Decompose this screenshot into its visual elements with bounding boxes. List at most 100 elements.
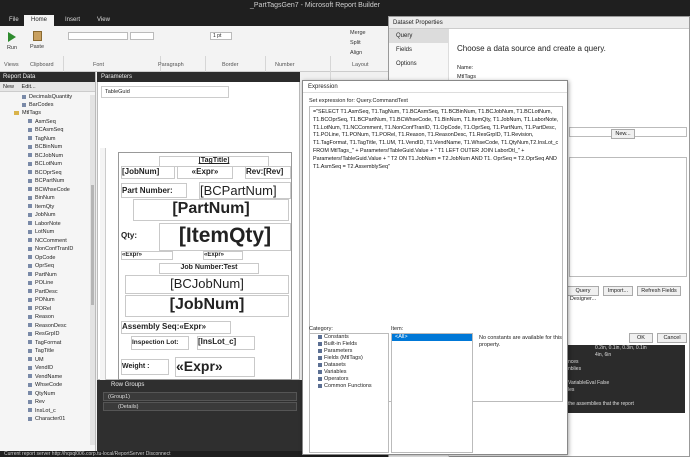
category-item[interactable]: Datasets	[310, 362, 388, 369]
report-data-item[interactable]: DecimalsQuantity	[22, 94, 72, 100]
dataset-node[interactable]: MtlTags	[14, 110, 41, 116]
field-item[interactable]: VendName	[28, 374, 62, 380]
field-item[interactable]: JobNum	[28, 212, 55, 218]
expr-cell[interactable]: «Expr»	[177, 166, 233, 179]
nav-query[interactable]: Query	[389, 29, 448, 43]
merge-button[interactable]: Merge	[350, 30, 366, 36]
paste-button[interactable]: Paste	[28, 30, 46, 50]
item-all[interactable]: <All>	[392, 334, 472, 341]
field-item[interactable]: QtyNum	[28, 391, 55, 397]
category-item[interactable]: Common Functions	[310, 383, 388, 390]
field-item[interactable]: AsmSeq	[28, 119, 56, 125]
field-item[interactable]: BCBinNum	[28, 144, 62, 150]
job-num-cell[interactable]: [JobNum]	[125, 295, 289, 317]
field-item[interactable]: BinNum	[28, 195, 55, 201]
query-designer-button[interactable]: Query Designer...	[567, 286, 599, 302]
category-item[interactable]: Constants	[310, 334, 388, 341]
job-number-test-cell[interactable]: Job Number:Test	[159, 263, 259, 274]
qty-label[interactable]: Qty:	[121, 231, 157, 245]
tab-home[interactable]: Home	[24, 15, 55, 26]
field-item[interactable]: PORel	[28, 306, 51, 312]
details-row[interactable]: (Details)	[103, 402, 297, 411]
field-item[interactable]: TagNum	[28, 136, 55, 142]
expr-right-cell[interactable]: «Expr»	[203, 251, 243, 260]
field-icon	[28, 408, 32, 413]
field-item[interactable]: BCLotNum	[28, 161, 62, 167]
align-button[interactable]: Align	[350, 50, 362, 56]
field-item[interactable]: ItemQty	[28, 204, 54, 210]
bc-job-num-cell[interactable]: [BCJobNum]	[125, 275, 289, 294]
field-item[interactable]: OpCode	[28, 255, 56, 261]
tab-file[interactable]: File	[2, 15, 26, 26]
field-item[interactable]: UM	[28, 357, 44, 363]
new-datasource-button[interactable]: New...	[611, 129, 635, 139]
field-item[interactable]: BCAsmSeq	[28, 127, 63, 133]
tab-view[interactable]: View	[90, 15, 117, 26]
field-item[interactable]: PartDesc	[28, 289, 58, 295]
field-item[interactable]: BCPartNum	[28, 178, 64, 184]
category-list[interactable]: Constants Built-in Fields Parameters Fields…	[309, 333, 389, 453]
weight-label[interactable]: Weight :	[121, 359, 169, 375]
item-qty-cell[interactable]: [ItemQty]	[159, 223, 291, 251]
field-item[interactable]: PONum	[28, 297, 55, 303]
inspection-lot-label[interactable]: Inspection Lot:	[131, 336, 189, 350]
category-item[interactable]: Fields (MtlTags)	[310, 355, 388, 362]
field-item[interactable]: LaborNote	[28, 221, 61, 227]
field-item[interactable]: Character01	[28, 416, 65, 422]
import-button[interactable]: Import...	[603, 286, 633, 296]
border-width-combo[interactable]: 1 pt	[210, 32, 232, 40]
refresh-fields-button[interactable]: Refresh Fields	[637, 286, 681, 296]
part-num-cell[interactable]: [PartNum]	[133, 199, 289, 221]
category-item[interactable]: Built-in Fields	[310, 341, 388, 348]
category-item[interactable]: Operators	[310, 376, 388, 383]
job-num-small-cell[interactable]: [JobNum]	[121, 166, 175, 179]
field-item[interactable]: InsLot_c	[28, 408, 56, 414]
field-item[interactable]: VendID	[28, 365, 53, 371]
category-item[interactable]: Parameters	[310, 348, 388, 355]
field-item[interactable]: ReasonDesc	[28, 323, 67, 329]
field-item[interactable]: LotNum	[28, 229, 54, 235]
part-number-label[interactable]: Part Number:	[121, 183, 187, 198]
field-item[interactable]: BCJobNum	[28, 153, 63, 159]
ok-button[interactable]: OK	[629, 333, 653, 343]
nav-options[interactable]: Options	[389, 57, 448, 71]
field-item[interactable]: BCOprSeq	[28, 170, 62, 176]
run-button[interactable]: Run	[3, 30, 21, 51]
field-item-label: NCComment	[35, 237, 67, 244]
bc-part-num-cell[interactable]: [BCPartNum]	[199, 182, 291, 199]
ins-lot-cell[interactable]: [InsLot_c]	[197, 336, 255, 350]
field-item[interactable]: PartNum	[28, 272, 57, 278]
font-size-combo[interactable]	[130, 32, 154, 40]
report-data-scrollbar[interactable]	[90, 95, 95, 445]
field-item[interactable]: TagFormat	[28, 340, 61, 346]
field-item[interactable]: WhseCode	[28, 382, 62, 388]
parameter-tableguid[interactable]: TableGuid	[101, 86, 229, 98]
cancel-button[interactable]: Cancel	[657, 333, 687, 343]
split-button[interactable]: Split	[350, 40, 361, 46]
report-body[interactable]: [TagTitle] [JobNum] «Expr» Rev:[Rev] Par…	[118, 152, 292, 380]
field-item[interactable]: Reason	[28, 314, 54, 320]
query-textbox[interactable]	[569, 157, 687, 277]
field-item[interactable]: OprSeq	[28, 263, 54, 269]
weight-expr-cell[interactable]: «Expr»	[175, 357, 255, 377]
tab-insert[interactable]: Insert	[58, 15, 87, 26]
scrollbar-thumb[interactable]	[91, 185, 94, 305]
rev-cell[interactable]: Rev:[Rev]	[245, 166, 291, 179]
field-item[interactable]: NCComment	[28, 238, 67, 244]
new-button[interactable]: New	[3, 84, 14, 90]
field-item[interactable]: Rev	[28, 399, 45, 405]
font-name-combo[interactable]	[68, 32, 128, 40]
field-item[interactable]: BCWhseCode	[28, 187, 70, 193]
field-item[interactable]: POLine	[28, 280, 53, 286]
field-item[interactable]: ResGrpID	[28, 331, 59, 337]
nav-fields[interactable]: Fields	[389, 43, 448, 57]
expr-left-cell[interactable]: «Expr»	[121, 251, 173, 260]
assembly-seq-cell[interactable]: Assembly Seq:«Expr»	[121, 321, 231, 334]
field-item[interactable]: TagTitle	[28, 348, 54, 354]
group1-row[interactable]: (Group1)	[103, 392, 297, 401]
report-data-item[interactable]: BarCodes	[22, 102, 53, 108]
category-item[interactable]: Variables	[310, 369, 388, 376]
field-item[interactable]: NonConfTranID	[28, 246, 73, 252]
item-list[interactable]: <All>	[391, 333, 473, 453]
edit-button[interactable]: Edit...	[22, 84, 36, 90]
